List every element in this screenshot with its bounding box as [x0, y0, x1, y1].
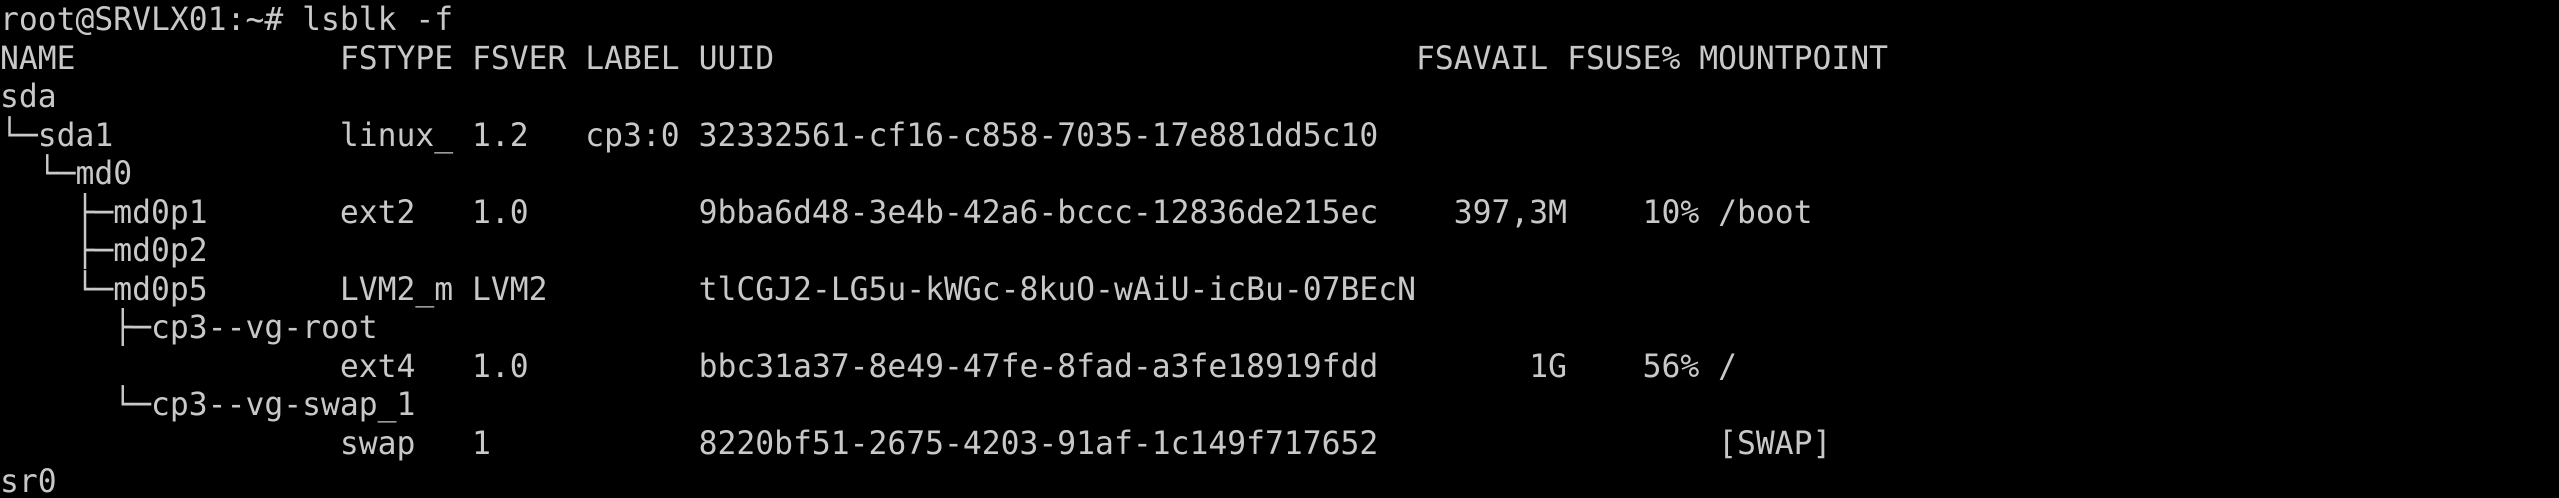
lsblk-row-vg-swap-fs: swap 1 8220bf51-2675-4203-91af-1c149f717… — [0, 424, 1832, 462]
lsblk-row-vg-root-fs: ext4 1.0 bbc31a37-8e49-47fe-8fad-a3fe189… — [0, 347, 1737, 385]
lsblk-row-md0p5: └─md0p5 LVM2_m LVM2 tlCGJ2-LG5u-kWGc-8ku… — [0, 270, 1417, 308]
lsblk-row-vg-root: ├─cp3--vg-root — [0, 308, 378, 346]
terminal-window[interactable]: root@SRVLX01:~# lsblk -f NAME FSTYPE FSV… — [0, 0, 2559, 498]
lsblk-header-row: NAME FSTYPE FSVER LABEL UUID FSAVAIL FSU… — [0, 39, 1889, 77]
lsblk-row-md0p2: ├─md0p2 — [0, 231, 208, 269]
prompt-command-line: root@SRVLX01:~# lsblk -f — [0, 0, 454, 38]
lsblk-row-md0: └─md0 — [0, 154, 133, 192]
lsblk-row-sda: sda — [0, 77, 57, 115]
lsblk-row-sr0: sr0 — [0, 462, 57, 498]
lsblk-row-md0p1: ├─md0p1 ext2 1.0 9bba6d48-3e4b-42a6-bccc… — [0, 193, 1813, 231]
lsblk-row-sda1: └─sda1 linux_ 1.2 cp3:0 32332561-cf16-c8… — [0, 116, 1379, 154]
lsblk-row-vg-swap: └─cp3--vg-swap_1 — [0, 385, 416, 423]
